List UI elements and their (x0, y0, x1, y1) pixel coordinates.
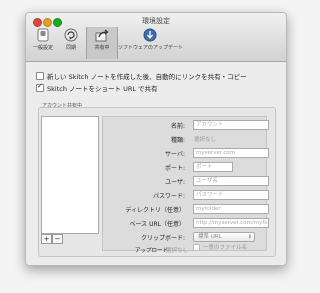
auto-copy-link-checkbox[interactable] (36, 72, 44, 80)
base-url-label: ベース URL（任意） (129, 221, 185, 228)
upload-label: アップロード (135, 248, 169, 254)
auto-copy-link-option[interactable]: 新しい Skitch ノートを作成した後、自動的にリンクを共有・コピー (36, 71, 247, 81)
share-icon (95, 29, 109, 42)
preferences-window: 環境設定 一般設定 同期 共有中 ソフトウェアのアップデート 新しい Skitc… (25, 12, 287, 266)
name-field[interactable]: アカウント (193, 120, 269, 130)
window-title: 環境設定 (142, 17, 170, 25)
short-url-label: Skitch ノートをショート URL で共有 (47, 85, 158, 93)
remove-account-button[interactable]: − (52, 234, 63, 244)
directory-field[interactable]: myfolder (193, 204, 269, 214)
port-field[interactable]: ポート (193, 162, 233, 172)
short-url-option[interactable]: Skitch ノートをショート URL で共有 (36, 82, 158, 93)
unique-filename-checkbox[interactable] (193, 243, 200, 251)
toolbar-software-update[interactable]: ソフトウェアのアップデート (118, 27, 184, 59)
short-url-checkbox[interactable] (36, 82, 44, 92)
base-url-field[interactable]: http://myserver.com/myfolder/ (193, 218, 269, 228)
port-label: ポート: (164, 165, 185, 172)
user-label: ユーザ: (165, 179, 185, 186)
toolbar-sharing[interactable]: 共有中 (86, 27, 118, 59)
unique-filename-option[interactable]: 一意のファイル名 (193, 243, 247, 251)
unique-filename-label: 一意のファイル名 (203, 245, 248, 251)
clipboard-popup-value: 標準 URL (198, 234, 222, 240)
user-field[interactable]: ユーザ名 (193, 176, 269, 186)
clipboard-popup[interactable]: 標準 URL ⇕ (193, 232, 255, 242)
auto-copy-link-label: 新しい Skitch ノートを作成した後、自動的にリンクを共有・コピー (47, 73, 247, 81)
sync-icon (64, 28, 78, 42)
account-list[interactable] (41, 116, 99, 234)
switch-icon (37, 28, 49, 42)
popup-arrows-icon: ⇕ (247, 234, 252, 240)
toolbar-sync-label: 同期 (65, 45, 76, 51)
clipboard-label: クリップボード: (140, 235, 185, 242)
update-icon (143, 28, 157, 42)
server-label: サーバ: (165, 151, 185, 158)
upload-value: 選択なし (166, 248, 189, 254)
toolbar-software-update-label: ソフトウェアのアップデート (118, 45, 184, 51)
directory-label: ディレクトリ（任意） (125, 207, 185, 214)
toolbar-sync[interactable]: 同期 (56, 27, 86, 59)
type-value: 選択なし (194, 137, 217, 143)
name-label: 名前: (170, 123, 185, 130)
password-field[interactable]: パスワード (193, 190, 269, 200)
toolbar-general[interactable]: 一般設定 (28, 27, 58, 59)
titlebar: 環境設定 一般設定 同期 共有中 ソフトウェアのアップデート (26, 13, 286, 62)
server-field[interactable]: myserver.com (193, 148, 269, 158)
password-label: パスワード: (152, 193, 185, 200)
type-label: 種類: (170, 137, 185, 144)
toolbar-general-label: 一般設定 (32, 45, 53, 51)
account-detail-panel: 名前: アカウント 種類: 選択なし サーバ: myserver.com ポート… (102, 116, 269, 251)
toolbar-sharing-label: 共有中 (94, 45, 110, 51)
add-account-button[interactable]: + (41, 234, 52, 244)
